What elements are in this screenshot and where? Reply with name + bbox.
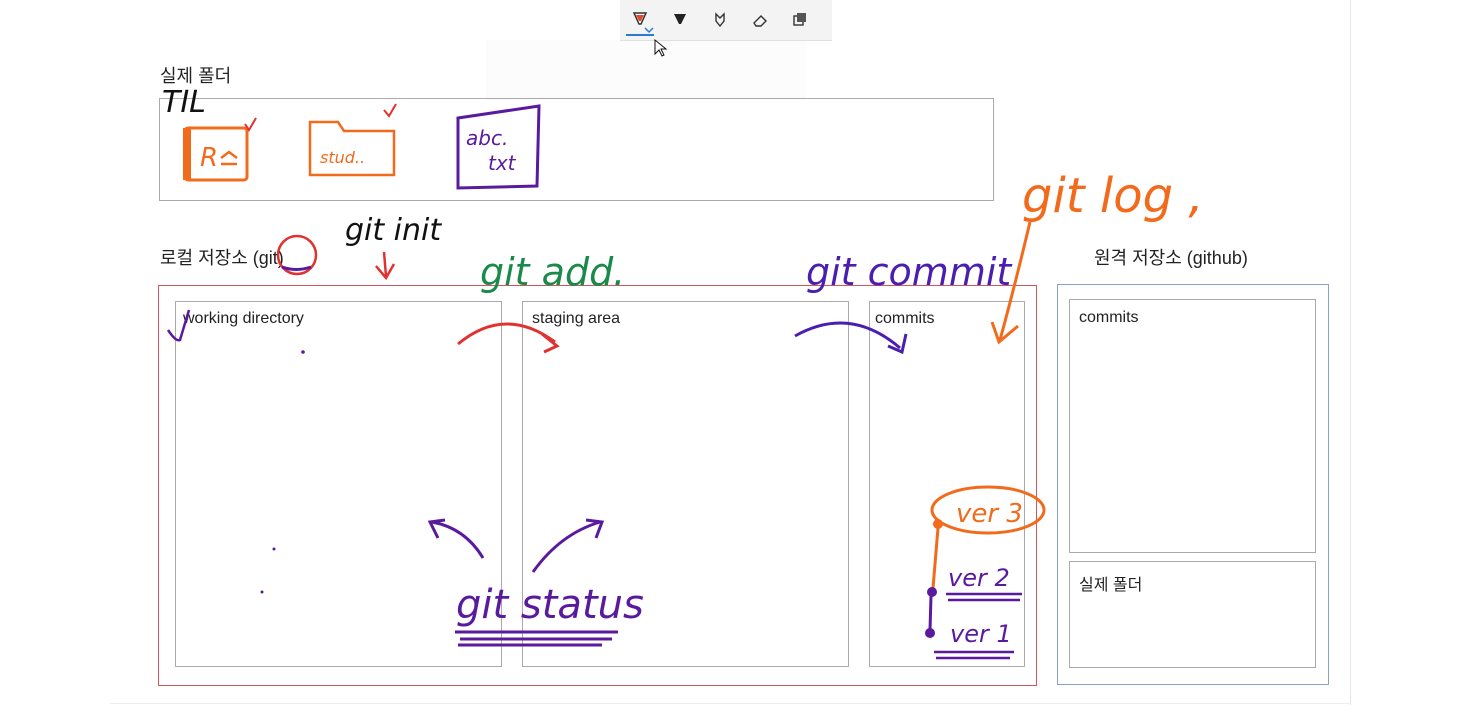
working-directory-box (175, 301, 502, 667)
eraser-icon[interactable] (740, 0, 780, 40)
working-directory-label: working directory (183, 310, 304, 327)
ink-toolbar (620, 0, 832, 41)
staging-area-box (522, 301, 849, 667)
remote-commits-label: commits (1079, 309, 1139, 326)
remote-real-folder-label: 실제 폴더 (1079, 577, 1143, 594)
real-folder-title: 실제 폴더 (160, 66, 232, 86)
highlighter-pen-icon[interactable] (620, 0, 660, 40)
canvas-edge (1350, 0, 1351, 705)
local-repo-title: 로컬 저장소 (git) (160, 248, 284, 268)
real-folder-box (159, 98, 994, 201)
copy-icon[interactable] (780, 0, 820, 40)
remote-commits-box (1069, 299, 1316, 553)
commits-box (869, 301, 1025, 667)
lasso-icon[interactable] (700, 0, 740, 40)
pen-icon[interactable] (660, 0, 700, 40)
toolbar-shadow (486, 40, 806, 100)
remote-repo-title: 원격 저장소 (github) (1094, 248, 1248, 268)
canvas-bottom-edge (110, 703, 1350, 704)
staging-area-label: staging area (532, 310, 621, 327)
commits-label: commits (875, 310, 935, 327)
